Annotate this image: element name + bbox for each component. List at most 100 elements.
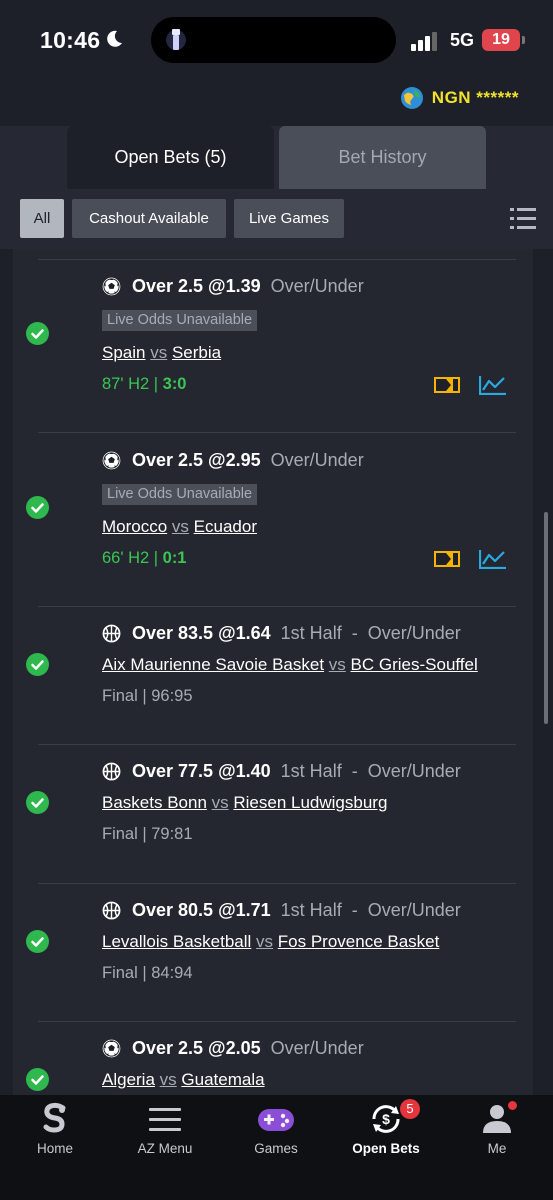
vs-label: vs <box>328 655 346 674</box>
live-score: 66' H2 | 0:1 <box>102 549 187 568</box>
list-view-icon[interactable] <box>510 207 536 231</box>
bet-selection: Over 2.5 @1.39 <box>132 276 261 296</box>
filter-all-button[interactable]: All <box>20 199 64 238</box>
score-value: 3:0 <box>162 375 187 393</box>
bet-match: Spain vs Serbia <box>102 343 221 363</box>
bet-selection: Over 80.5 @1.71 <box>132 900 271 920</box>
bet-selection: Over 2.5 @2.95 <box>132 450 261 470</box>
football-icon <box>102 1039 121 1058</box>
tab-bet-history[interactable]: Bet History <box>279 126 486 189</box>
home-team-link[interactable]: Spain <box>102 343 145 362</box>
bet-tabs: Open Bets (5) Bet History <box>0 126 553 189</box>
away-team-link[interactable]: BC Gries-Souffel <box>351 655 478 674</box>
nav-az-menu[interactable]: AZ Menu <box>110 1095 220 1165</box>
bet-match: Morocco vs Ecuador <box>102 517 257 537</box>
vs-label: vs <box>159 1070 177 1089</box>
bet-match: Aix Maurienne Savoie Basket vs BC Gries-… <box>102 655 478 675</box>
bet-market: Over/Under <box>270 450 364 470</box>
nav-open-bets[interactable]: $ 5 Open Bets <box>331 1095 441 1165</box>
open-bets-list[interactable]: Over 2.5 @1.39 Over/Under Live Odds Unav… <box>13 249 533 1095</box>
live-stream-icon[interactable] <box>434 377 460 393</box>
bet-headline: Over 2.5 @2.05 Over/Under <box>132 1038 364 1059</box>
final-score: Final | 84:94 <box>102 964 193 982</box>
bet-selection: Over 2.5 @2.05 <box>132 1038 261 1058</box>
divider <box>38 1021 516 1022</box>
bet-market: 1st Half - Over/Under <box>280 623 461 643</box>
live-score: 87' H2 | 3:0 <box>102 375 187 394</box>
moon-icon <box>107 30 122 47</box>
notification-dot <box>508 1101 517 1110</box>
network-type: 5G <box>450 30 475 50</box>
away-team-link[interactable]: Riesen Ludwigsburg <box>233 793 387 812</box>
filter-bar: All Cashout Available Live Games <box>0 189 553 249</box>
flashlight-icon <box>166 29 186 50</box>
football-icon <box>102 451 121 470</box>
bet-market: 1st Half - Over/Under <box>280 761 461 781</box>
cellular-signal-icon <box>411 32 437 51</box>
home-team-link[interactable]: Morocco <box>102 517 167 536</box>
nav-label: Open Bets <box>352 1141 420 1156</box>
nav-label: Games <box>254 1141 298 1156</box>
divider <box>38 744 516 745</box>
bet-headline: Over 2.5 @1.39 Over/Under <box>132 276 364 297</box>
open-bets-count-badge: 5 <box>400 1099 420 1119</box>
basketball-icon <box>102 762 121 781</box>
final-score: Final | 79:81 <box>102 825 193 843</box>
match-time: 66' H2 | <box>102 549 163 567</box>
basketball-icon <box>102 901 121 920</box>
home-team-link[interactable]: Levallois Basketball <box>102 932 251 951</box>
sporty-logo-icon <box>43 1102 66 1133</box>
bottom-navigation: Home AZ Menu Games $ 5 Open Bets Me <box>0 1095 553 1200</box>
status-bar: 10:46 5G 19 <box>0 0 553 80</box>
scrollbar-thumb[interactable] <box>544 512 548 724</box>
away-team-link[interactable]: Ecuador <box>194 517 257 536</box>
vs-label: vs <box>256 932 274 951</box>
check-icon <box>26 791 49 814</box>
nav-label: AZ Menu <box>137 1141 193 1156</box>
match-time: 87' H2 | <box>102 375 163 393</box>
bet-market: Over/Under <box>270 1038 364 1058</box>
dynamic-island <box>151 17 396 63</box>
home-team-link[interactable]: Aix Maurienne Savoie Basket <box>102 655 324 674</box>
check-icon <box>26 653 49 676</box>
away-team-link[interactable]: Guatemala <box>181 1070 264 1089</box>
vs-label: vs <box>171 517 189 536</box>
live-stream-icon[interactable] <box>434 551 460 567</box>
check-icon <box>26 930 49 953</box>
stats-chart-icon[interactable] <box>479 549 507 569</box>
nav-games[interactable]: Games <box>221 1095 331 1165</box>
nav-label: Home <box>36 1141 73 1156</box>
filter-cashout-button[interactable]: Cashout Available <box>72 199 226 238</box>
check-icon <box>26 1068 49 1091</box>
bet-match: Baskets Bonn vs Riesen Ludwigsburg <box>102 793 387 813</box>
home-team-link[interactable]: Baskets Bonn <box>102 793 207 812</box>
bet-market: 1st Half - Over/Under <box>280 900 461 920</box>
football-icon <box>102 277 121 296</box>
battery-icon: 19 <box>482 29 520 51</box>
battery-cap <box>522 36 525 44</box>
live-odds-badge: Live Odds Unavailable <box>102 310 258 331</box>
bet-headline: Over 80.5 @1.71 1st Half - Over/Under <box>132 900 461 921</box>
tab-open-bets[interactable]: Open Bets (5) <box>67 126 274 189</box>
balance-text: NGN ****** <box>431 88 519 107</box>
away-team-link[interactable]: Serbia <box>172 343 221 362</box>
score-value: 0:1 <box>162 549 187 567</box>
bet-match: Levallois Basketball vs Fos Provence Bas… <box>102 932 439 952</box>
bet-match: Algeria vs Guatemala <box>102 1070 265 1090</box>
svg-text:$: $ <box>382 1111 390 1127</box>
away-team-link[interactable]: Fos Provence Basket <box>278 932 440 951</box>
gamepad-icon <box>258 1109 294 1131</box>
open-bets-icon: $ <box>372 1105 400 1133</box>
bet-headline: Over 77.5 @1.40 1st Half - Over/Under <box>132 761 461 782</box>
stats-chart-icon[interactable] <box>479 375 507 395</box>
filter-live-games-button[interactable]: Live Games <box>234 199 344 238</box>
menu-icon <box>149 1108 181 1131</box>
nav-home[interactable]: Home <box>0 1095 110 1165</box>
vs-label: vs <box>211 793 229 812</box>
bet-headline: Over 2.5 @2.95 Over/Under <box>132 450 364 471</box>
home-team-link[interactable]: Algeria <box>102 1070 155 1089</box>
nav-me[interactable]: Me <box>442 1095 552 1165</box>
basketball-icon <box>102 624 121 643</box>
account-balance[interactable]: NGN ****** <box>400 86 519 110</box>
live-odds-badge: Live Odds Unavailable <box>102 484 258 505</box>
